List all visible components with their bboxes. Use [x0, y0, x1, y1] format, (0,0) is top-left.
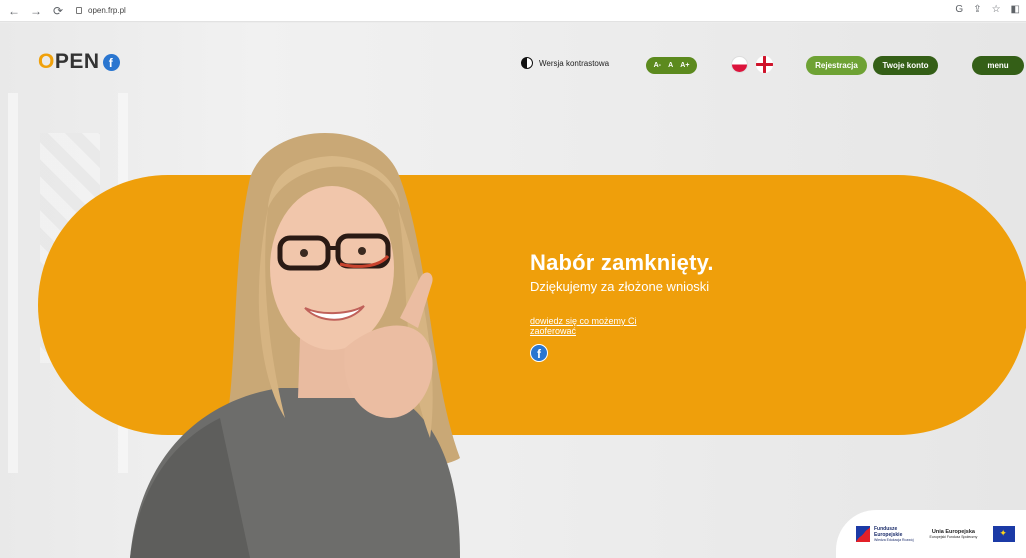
back-icon[interactable]: ← [8, 4, 20, 18]
font-size-increase[interactable]: A+ [679, 62, 690, 69]
browser-nav: ← → ⟳ [0, 4, 64, 18]
share-icon[interactable]: ⇪ [973, 4, 981, 15]
contrast-toggle[interactable]: Wersja kontrastowa [521, 57, 609, 69]
facebook-icon: f [102, 53, 120, 71]
page: O PEN f Wersja kontrastowa A- A A+ Rejest… [0, 23, 1026, 558]
browser-toolbar: ← → ⟳ open.frp.pl G ⇪ ☆ ◧ [0, 0, 1026, 22]
language-switcher [731, 56, 773, 73]
sidebar-icon[interactable]: ◧ [1011, 4, 1020, 15]
font-size-decrease[interactable]: A- [653, 62, 662, 69]
reload-icon[interactable]: ⟳ [52, 4, 64, 18]
lock-icon [76, 7, 82, 14]
url-text: open.frp.pl [88, 6, 126, 15]
contrast-label: Wersja kontrastowa [539, 58, 610, 68]
address-bar[interactable]: open.frp.pl [76, 6, 126, 15]
register-button[interactable]: Rejestracja [806, 56, 867, 75]
contrast-icon [521, 57, 533, 69]
fe-logo-icon [856, 526, 870, 542]
logo-letter-o: O [38, 50, 55, 73]
logo-text: PEN [54, 50, 100, 73]
hero-photo [130, 133, 460, 558]
offer-link[interactable]: dowiedz się co możemy Ci zaoferować [530, 316, 670, 336]
hero-text: Nabór zamknięty. Dziękujemy za złożone w… [530, 250, 714, 294]
menu-button[interactable]: menu [972, 56, 1024, 75]
eu-flag-icon [993, 526, 1016, 542]
ue-line2: Europejski Fundusz Społeczny [929, 535, 978, 539]
facebook-icon[interactable]: f [530, 344, 548, 362]
fe-line3: Wiedza Edukacja Rozwój [874, 538, 914, 542]
site-logo[interactable]: O PEN f [38, 50, 120, 74]
star-icon[interactable]: ☆ [992, 4, 1001, 15]
eu-funding-logos: Fundusze Europejskie Wiedza Edukacja Roz… [836, 510, 1026, 558]
unia-europejska-logo: Unia Europejska Europejski Fundusz Społe… [930, 529, 978, 539]
site-header: O PEN f Wersja kontrastowa A- A A+ Rejest… [0, 23, 1026, 83]
account-button[interactable]: Twoje konto [873, 56, 938, 75]
hero-title: Nabór zamknięty. [530, 250, 714, 275]
fundusze-europejskie-logo: Fundusze Europejskie Wiedza Edukacja Roz… [856, 526, 914, 542]
poland-flag-icon[interactable] [731, 56, 748, 73]
browser-actions: G ⇪ ☆ ◧ [955, 4, 1020, 15]
font-size-controls: A- A A+ [646, 57, 697, 74]
hero-subtitle: Dziękujemy za złożone wnioski [530, 279, 710, 294]
google-icon[interactable]: G [955, 4, 963, 15]
uk-flag-icon[interactable] [756, 56, 773, 73]
forward-icon[interactable]: → [30, 4, 42, 18]
font-size-normal[interactable]: A [667, 62, 674, 69]
